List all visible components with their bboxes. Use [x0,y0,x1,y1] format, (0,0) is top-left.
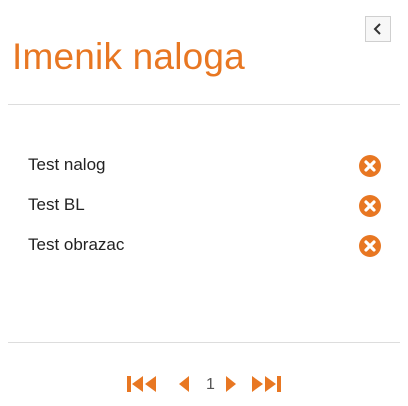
first-page-icon[interactable] [127,376,157,392]
current-page-number: 1 [206,376,215,393]
header-divider [8,104,400,105]
remove-circle-icon[interactable] [358,234,382,258]
account-label[interactable]: Test nalog [28,155,106,175]
next-page-icon[interactable] [225,376,237,392]
collapse-panel-button[interactable] [365,16,391,42]
footer-divider [8,342,400,343]
page-title: Imenik naloga [12,36,245,77]
remove-circle-icon[interactable] [358,154,382,178]
pagination: 1 [0,372,408,396]
chevron-left-icon [373,23,381,35]
account-label[interactable]: Test obrazac [28,235,124,255]
account-label[interactable]: Test BL [28,195,85,215]
list-item: Test nalog [0,146,408,186]
previous-page-icon[interactable] [178,376,190,392]
last-page-icon[interactable] [251,376,281,392]
remove-circle-icon[interactable] [358,194,382,218]
list-item: Test obrazac [0,226,408,266]
list-item: Test BL [0,186,408,226]
